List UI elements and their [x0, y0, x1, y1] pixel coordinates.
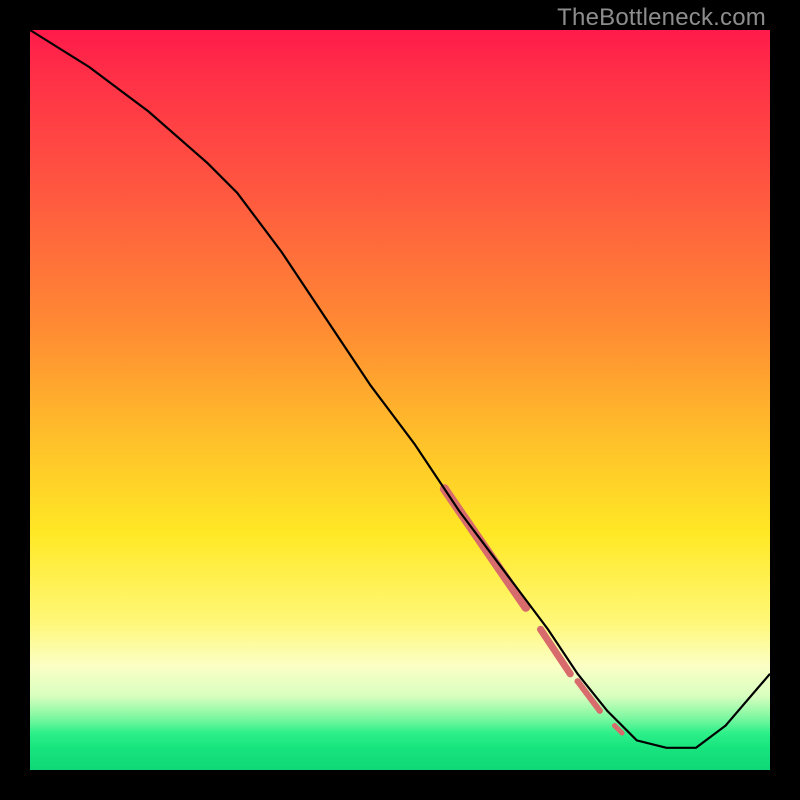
highlight-dot	[575, 678, 581, 684]
watermark-text: TheBottleneck.com	[557, 4, 766, 32]
highlight-dot	[620, 731, 625, 736]
highlight-dot	[537, 626, 544, 633]
highlight-dot	[597, 708, 603, 714]
highlight-dot	[567, 670, 574, 677]
chart-frame	[30, 30, 770, 770]
chart-plot	[30, 30, 770, 770]
highlight-segment	[541, 629, 571, 673]
highlight-dot	[612, 723, 617, 728]
bottleneck-curve-path	[30, 30, 770, 748]
